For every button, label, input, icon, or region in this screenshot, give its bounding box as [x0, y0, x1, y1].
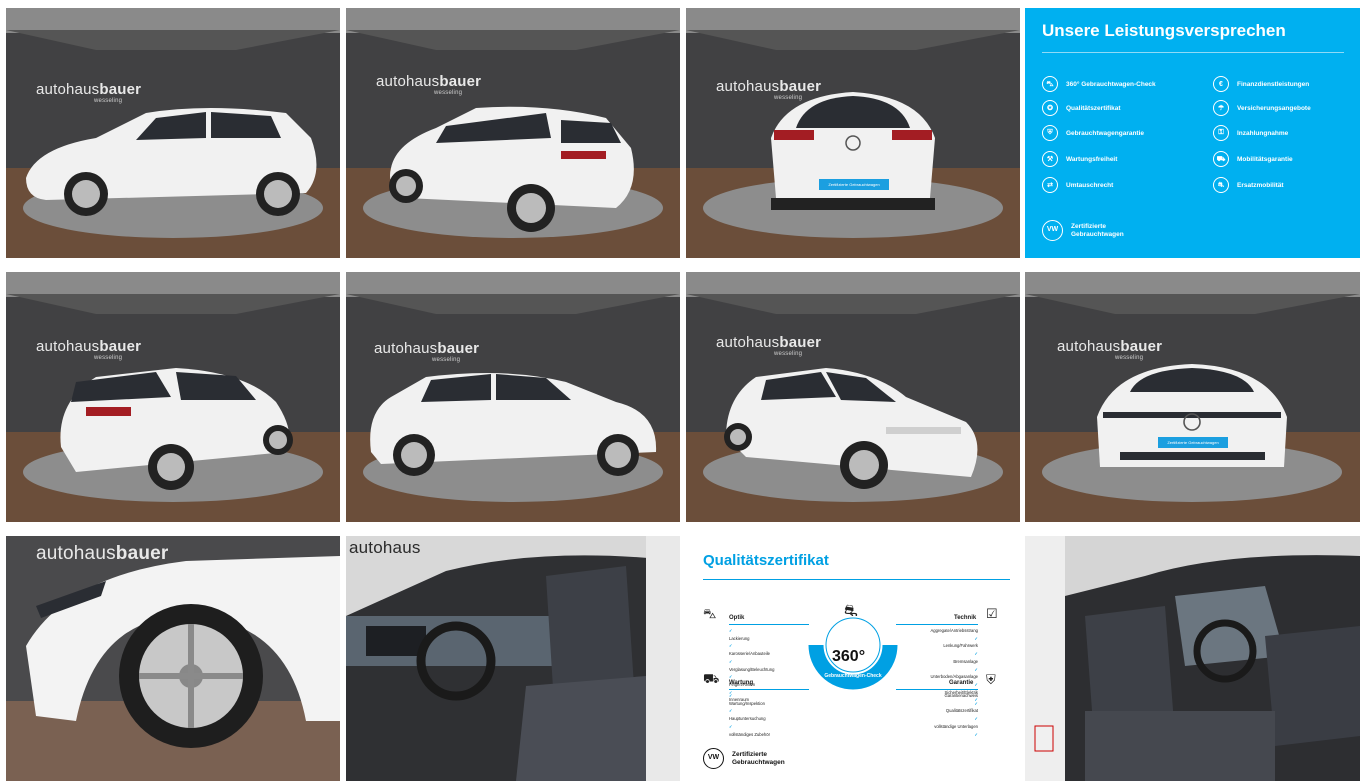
garantie-list: Garantienachweis ✓ Qualitätszertifikat ✓…	[934, 693, 978, 737]
dealer-watermark: autohausbauer wesseling	[376, 73, 482, 96]
license-plate: Zertifizierte Gebrauchtwagen	[819, 179, 889, 190]
license-plate: Zertifizierte Gebrauchtwagen	[1158, 437, 1228, 448]
certificate-title: Qualitätszertifikat	[703, 552, 829, 569]
photo-side-right[interactable]: autohausbauer wesseling	[346, 272, 680, 522]
dealer-watermark: autohausbauer wesseling	[716, 78, 822, 101]
car-rear-image	[686, 8, 1020, 258]
promise-item-certificate: ✪ Qualitätszertifikat	[1042, 100, 1121, 116]
tow-truck-icon: ⛟	[1213, 151, 1229, 167]
car-check-icon: ⛐	[844, 603, 858, 620]
technik-title: Technik	[954, 615, 977, 621]
optik-title: Optik	[729, 615, 745, 621]
promise-item-finance: € Finanzdienstleistungen	[1213, 76, 1309, 92]
shield-icon: ⛨	[1042, 125, 1058, 141]
car-rear-left-2-image	[6, 272, 340, 522]
vw-logo-icon: VW	[703, 748, 724, 769]
car-front-right-image	[686, 272, 1020, 522]
photo-rear[interactable]: Zertifizierte Gebrauchtwagen autohausbau…	[686, 8, 1020, 258]
car-side-left-image	[6, 8, 340, 258]
photo-rear-left-2[interactable]: autohausbauer wesseling	[6, 272, 340, 522]
garantie-divider	[896, 689, 978, 690]
photo-side-left[interactable]: autohausbauer wesseling	[6, 8, 340, 258]
certificate-panel: Qualitätszertifikat ⛍ Optik ✓ Lackierung…	[686, 536, 1020, 781]
photo-rear-left[interactable]: autohausbauer wesseling	[346, 8, 680, 258]
promise-item-tradein: ⚿ Inzahlungnahme	[1213, 125, 1288, 141]
car-body-icon: ⛍	[703, 606, 717, 621]
dealer-watermark: autohausbauer	[36, 543, 169, 564]
wartung-title: Wartung	[729, 680, 754, 686]
photo-front-right[interactable]: autohausbauer wesseling	[686, 272, 1020, 522]
photo-interior-driver[interactable]: autohaus	[346, 536, 680, 781]
dealer-watermark: autohausbauer wesseling	[36, 81, 142, 104]
dealer-watermark: autohaus	[349, 538, 421, 557]
promise-item-warranty: ⛨ Gebrauchtwagengarantie	[1042, 125, 1144, 141]
certificate-icon: ✪	[1042, 100, 1058, 116]
promise-item-check: ⛍ 360° Gebrauchtwagen-Check	[1042, 76, 1156, 92]
wheel-detail-image	[6, 536, 340, 781]
wartung-divider	[729, 689, 809, 690]
wartung-list: ✓ Wartung/Inspektion ✓ Hauptuntersuchung…	[729, 693, 770, 737]
promise-item-exchange: ⇄ Umtauschrecht	[1042, 177, 1113, 193]
certified-used-cars-logo: VW Zertifizierte Gebrauchtwagen	[703, 748, 785, 769]
car-side-right-image	[346, 272, 680, 522]
car-icon: ⛐	[1213, 177, 1229, 193]
photo-front[interactable]: Zertifizierte Gebrauchtwagen autohausbau…	[1025, 272, 1360, 522]
promise-item-replacement: ⛐ Ersatzmobilität	[1213, 177, 1284, 193]
promise-item-maintenance: ⚒ Wartungsfreiheit	[1042, 151, 1117, 167]
exchange-icon: ⇄	[1042, 177, 1058, 193]
car-rear-left-image	[346, 8, 680, 258]
badge-number: 360°	[832, 648, 866, 665]
optik-divider	[729, 624, 809, 625]
dealer-watermark: autohausbauer wesseling	[1057, 338, 1163, 361]
wrench-icon: ⚒	[1042, 151, 1058, 167]
photo-interior-passenger[interactable]	[1025, 536, 1360, 781]
dealer-watermark: autohausbauer wesseling	[716, 334, 822, 357]
promise-item-insurance: ☂ Versicherungsangebote	[1213, 100, 1311, 116]
technik-divider	[896, 624, 978, 625]
promise-item-mobility: ⛟ Mobilitätsgarantie	[1213, 151, 1293, 167]
interior-passenger-image	[1025, 536, 1360, 781]
finance-icon: €	[1213, 76, 1229, 92]
dealer-watermark: autohausbauer wesseling	[374, 340, 480, 363]
key-icon: ⚿	[1213, 125, 1229, 141]
umbrella-icon: ☂	[1213, 100, 1229, 116]
badge-ring-text: Gebrauchtwagen-Check	[824, 673, 882, 679]
certificate-divider	[703, 579, 1010, 580]
garantie-title: Garantie	[949, 680, 974, 686]
tow-truck-icon: ⛟	[703, 671, 720, 686]
photo-wheel-detail[interactable]: autohausbauer	[6, 536, 340, 781]
car-check-icon: ⛍	[1042, 76, 1058, 92]
checklist-icon: ☑	[986, 606, 998, 621]
interior-driver-image	[346, 536, 680, 781]
car-front-image	[1025, 272, 1360, 522]
promise-title: Unsere Leistungsversprechen	[1042, 21, 1286, 40]
vw-logo-icon: VW	[1042, 220, 1063, 241]
shield-check-icon: ⛨	[986, 672, 996, 687]
promise-panel: Unsere Leistungsversprechen ⛍ 360° Gebrau…	[1025, 8, 1360, 258]
certified-used-cars-logo: VW Zertifizierte Gebrauchtwagen	[1042, 220, 1124, 241]
promise-divider	[1042, 52, 1344, 53]
dealer-watermark: autohausbauer wesseling	[36, 338, 142, 361]
